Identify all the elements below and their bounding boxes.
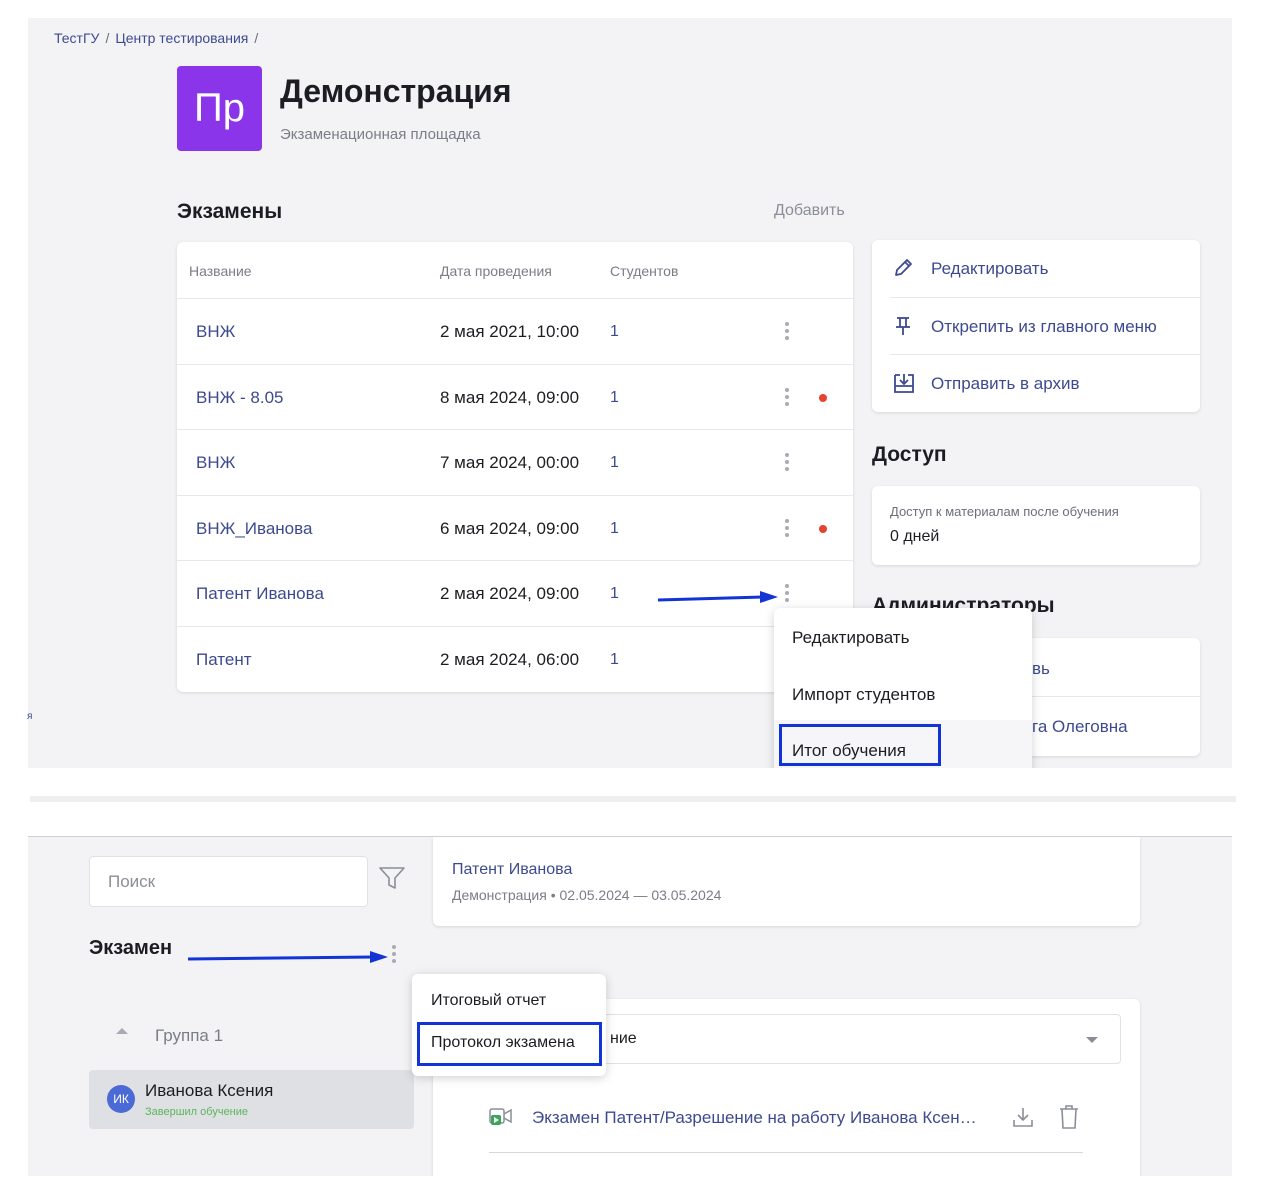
archive-action[interactable]: Отправить в архив — [931, 374, 1080, 394]
pin-icon — [896, 317, 910, 335]
exam-date: 2 мая 2024, 06:00 — [440, 650, 580, 669]
page-title: Демонстрация — [280, 73, 512, 109]
exam-date: 6 мая 2024, 09:00 — [440, 519, 580, 538]
access-value: 0 дней — [890, 528, 940, 545]
student-count-link[interactable]: 1 — [610, 520, 619, 538]
student-count-link[interactable]: 1 — [610, 454, 619, 472]
student-count-link[interactable]: 1 — [610, 651, 619, 669]
row-more-icon[interactable] — [784, 453, 790, 471]
column-header-students[interactable]: Студентов — [610, 263, 678, 279]
alert-dot-icon — [819, 525, 827, 533]
exam-more-icon[interactable] — [391, 945, 397, 963]
breadcrumb: ТестГУ / Центр тестирования / — [54, 30, 259, 46]
admin-name[interactable]: га Олеговна — [1032, 717, 1128, 737]
exam-name-link[interactable]: ВНЖ — [196, 453, 235, 473]
exam-date: 2 мая 2024, 09:00 — [440, 584, 580, 603]
arrow-annotation-icon — [657, 591, 778, 603]
student-count-link[interactable]: 1 — [610, 323, 619, 341]
exam-name-link[interactable]: ВНЖ_Иванова — [196, 519, 312, 539]
access-card: Доступ к материалам после обучения 0 дне… — [872, 486, 1200, 565]
exam-meta: Демонстрация • 02.05.2024 — 03.05.2024 — [452, 887, 722, 903]
video-file-icon — [489, 1108, 512, 1125]
avatar: ИК — [107, 1085, 135, 1113]
menu-item-import-students[interactable]: Импорт студентов — [792, 685, 935, 705]
breadcrumb-item-testgu[interactable]: ТестГУ — [54, 30, 99, 46]
student-count-link[interactable]: 1 — [610, 389, 619, 407]
menu-item-exam-protocol[interactable]: Протокол экзамена — [431, 1034, 575, 1052]
exams-heading: Экзамены — [177, 200, 283, 223]
column-header-name[interactable]: Название — [189, 263, 252, 279]
row-more-icon[interactable] — [784, 584, 790, 602]
column-header-date[interactable]: Дата проведения — [440, 263, 552, 279]
exams-table: Название Дата проведения Студентов ВНЖ 2… — [177, 242, 853, 692]
separator — [30, 796, 1236, 802]
download-icon[interactable] — [1011, 1105, 1035, 1129]
student-status: Завершил обучение — [145, 1106, 249, 1118]
group-label[interactable]: Группа 1 — [155, 1026, 223, 1046]
access-label: Доступ к материалам после обучения — [890, 504, 1119, 519]
exam-date: 8 мая 2024, 09:00 — [440, 388, 580, 407]
arrow-annotation-icon — [187, 951, 388, 963]
add-exam-button[interactable]: Добавить — [774, 202, 845, 220]
exam-dropdown-menu: Итоговый отчет Протокол экзамена — [412, 974, 606, 1076]
exam-date: 7 мая 2024, 00:00 — [440, 453, 580, 472]
row-more-icon[interactable] — [784, 388, 790, 406]
breadcrumb-item-center[interactable]: Центр тестирования — [115, 30, 248, 46]
access-heading: Доступ — [872, 443, 947, 466]
exam-name-link[interactable]: Патент — [196, 650, 252, 670]
file-name-link[interactable]: Экзамен Патент/Разрешение на работу Иван… — [532, 1108, 977, 1128]
edit-action[interactable]: Редактировать — [931, 259, 1048, 279]
student-name: Иванова Ксения — [145, 1081, 274, 1100]
row-dropdown-menu: Редактировать Импорт студентов Итог обуч… — [774, 608, 1032, 768]
exam-results-panel: Поиск Патент Иванова Демонстрация • 02.0… — [28, 836, 1232, 1176]
actions-card: Редактировать Открепить из главного меню… — [872, 240, 1200, 412]
page-subtitle: Экзаменационная площадка — [280, 126, 481, 143]
stray-char: я — [27, 711, 33, 722]
exam-section-heading: Экзамен — [89, 937, 173, 959]
archive-icon — [894, 374, 914, 393]
chevron-up-icon[interactable] — [116, 1027, 128, 1035]
admin-name[interactable]: вь — [1032, 659, 1050, 679]
alert-dot-icon — [819, 394, 827, 402]
student-count-link[interactable]: 1 — [610, 585, 619, 603]
search-input[interactable]: Поиск — [89, 856, 368, 907]
menu-item-final-report[interactable]: Итоговый отчет — [431, 992, 546, 1010]
unpin-action[interactable]: Открепить из главного меню — [931, 317, 1157, 337]
row-more-icon[interactable] — [784, 322, 790, 340]
workspace-logo: Пр — [177, 66, 262, 151]
exam-name-link[interactable]: ВНЖ - 8.05 — [196, 388, 284, 408]
student-list-item[interactable]: ИК Иванова Ксения Завершил обучение — [89, 1070, 414, 1129]
menu-item-learning-result[interactable]: Итог обучения — [792, 741, 906, 761]
exam-center-panel: ТестГУ / Центр тестирования / Пр Демонстрац… — [28, 18, 1232, 768]
exam-date: 2 мая 2021, 10:00 — [440, 322, 580, 341]
exam-header-card: Патент Иванова Демонстрация • 02.05.2024… — [433, 837, 1140, 926]
pencil-icon — [895, 259, 912, 276]
exam-title-link[interactable]: Патент Иванова — [452, 861, 572, 879]
filter-icon[interactable] — [378, 865, 406, 891]
exam-name-link[interactable]: Патент Иванова — [196, 584, 324, 604]
trash-icon[interactable] — [1058, 1104, 1080, 1130]
chevron-down-icon — [1086, 1037, 1098, 1043]
exam-name-link[interactable]: ВНЖ — [196, 322, 235, 342]
row-more-icon[interactable] — [784, 519, 790, 537]
menu-item-edit[interactable]: Редактировать — [792, 628, 909, 648]
